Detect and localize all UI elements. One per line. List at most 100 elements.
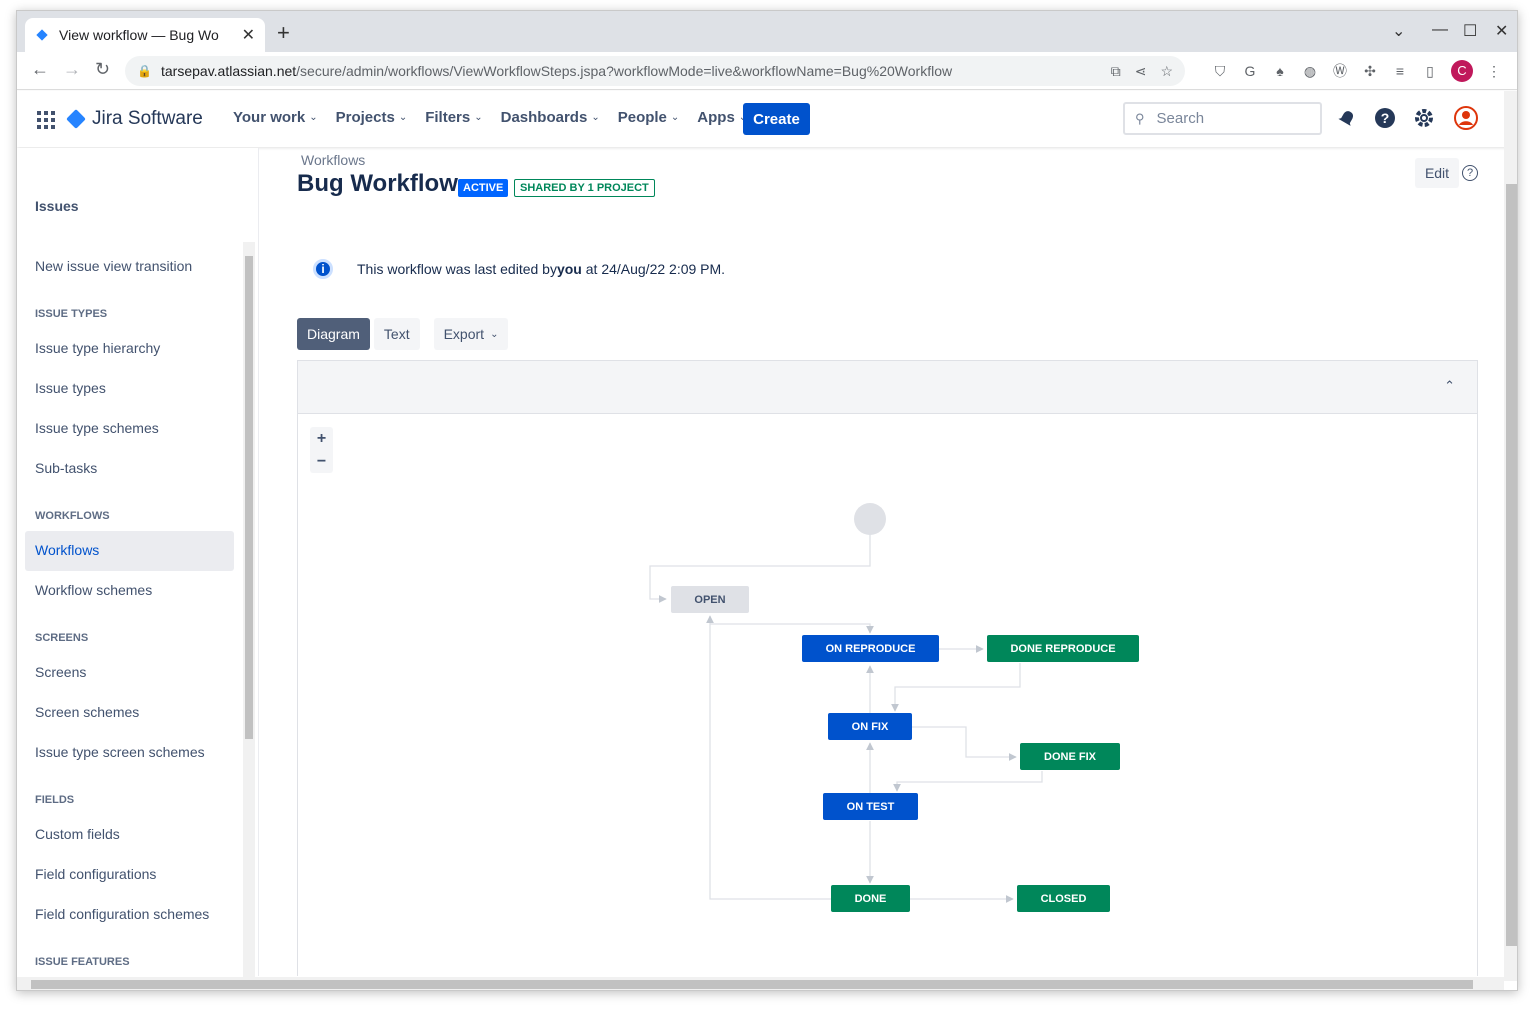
sidebar-category-workflows: WORKFLOWS [35, 510, 110, 522]
notifications-icon[interactable] [1335, 106, 1359, 130]
lock-icon: 🔒 [137, 64, 152, 78]
menu-kebab-icon[interactable]: ⋮ [1485, 63, 1503, 80]
sidebar-item-issue-type-schemes[interactable]: Issue type schemes [35, 420, 159, 436]
nav-your-work[interactable]: Your work ⌄ [233, 109, 318, 126]
page-title: Bug Workflow [297, 170, 458, 197]
sidebar-category-fields: FIELDS [35, 794, 75, 806]
info-message: i This workflow was last edited by you a… [313, 259, 725, 279]
status-node-on-fix[interactable]: ON FIX [828, 713, 912, 740]
sidebar-item-new-issue-view-transition[interactable]: New issue view transition [35, 258, 192, 274]
sidebar-item-screen-schemes[interactable]: Screen schemes [35, 704, 139, 720]
bookmark-star-icon[interactable]: ☆ [1160, 63, 1173, 80]
chevron-down-icon: ⌄ [398, 112, 408, 123]
sidebar-item-issue-type-screen-schemes[interactable]: Issue type screen schemes [35, 744, 205, 760]
maximize-icon[interactable]: ☐ [1463, 21, 1477, 41]
new-tab-icon[interactable]: + [277, 20, 290, 46]
sidebar-scrollbar-thumb[interactable] [245, 256, 253, 739]
shared-projects-badge[interactable]: SHARED BY 1 PROJECT [514, 179, 655, 197]
info-suffix: at 24/Aug/22 2:09 PM. [581, 261, 726, 277]
puzzle-extension-icon[interactable]: ✣ [1361, 63, 1379, 80]
info-icon: i [313, 259, 333, 279]
status-node-on-reproduce[interactable]: ON REPRODUCE [802, 635, 939, 662]
url-host: tarsepav.atlassian.net [161, 63, 297, 79]
status-badge-active: ACTIVE [458, 179, 509, 197]
translate-icon[interactable]: ⧉ [1111, 63, 1121, 80]
sidebar-category-issue-features: ISSUE FEATURES [35, 956, 130, 968]
sidebar-item-workflows[interactable]: Workflows [35, 542, 99, 558]
horizontal-scrollbar-thumb[interactable] [31, 980, 1473, 989]
breadcrumb[interactable]: Workflows [301, 152, 365, 168]
search-placeholder: Search [1156, 110, 1205, 127]
user-avatar-icon[interactable] [1454, 106, 1478, 130]
forward-icon[interactable]: → [63, 59, 81, 80]
edit-button[interactable]: Edit [1415, 158, 1459, 188]
search-input[interactable]: ⚲ Search [1123, 102, 1322, 135]
status-node-on-test[interactable]: ON TEST [823, 793, 918, 820]
extensions-bar: ⛉ G ♠ ◍ Ⓦ ✣ ≡ ▯ C ⋮ [1211, 60, 1503, 82]
create-button[interactable]: Create [743, 103, 810, 135]
nav-projects[interactable]: Projects ⌄ [336, 109, 408, 126]
lock-extension-icon[interactable]: ◍ [1301, 63, 1319, 80]
close-tab-icon[interactable]: ✕ [242, 25, 255, 45]
svg-text:?: ? [1381, 110, 1390, 126]
product-name: Jira Software [92, 108, 203, 129]
side-panel-icon[interactable]: ▯ [1421, 63, 1439, 80]
sidebar-item-issue-type-hierarchy[interactable]: Issue type hierarchy [35, 340, 160, 356]
workflow-diagram: ⌃ + − OPEN ON REPRODUCE DONE REPRODUCE O… [297, 360, 1478, 976]
jira-favicon-icon [36, 29, 48, 41]
sidebar-item-workflow-schemes[interactable]: Workflow schemes [35, 582, 152, 598]
sidebar-item-sub-tasks[interactable]: Sub-tasks [35, 460, 97, 476]
shield-extension-icon[interactable]: ⛉ [1211, 63, 1229, 80]
jira-logo[interactable]: Jira Software [66, 108, 203, 130]
sidebar-item-custom-fields[interactable]: Custom fields [35, 826, 120, 842]
nav-dashboards[interactable]: Dashboards ⌄ [501, 109, 600, 126]
share-icon[interactable]: ⋖ [1135, 63, 1147, 80]
nav-people[interactable]: People ⌄ [618, 109, 680, 126]
sidebar-item-field-configurations[interactable]: Field configurations [35, 866, 156, 882]
app-switcher-icon[interactable] [37, 111, 55, 129]
address-bar[interactable]: 🔒 tarsepav.atlassian.net/secure/admin/wo… [125, 56, 1185, 86]
status-node-open[interactable]: OPEN [671, 586, 749, 613]
wordpress-extension-icon[interactable]: Ⓦ [1331, 61, 1349, 81]
status-node-done[interactable]: DONE [831, 885, 910, 912]
reading-list-icon[interactable]: ≡ [1391, 63, 1409, 79]
settings-gear-icon[interactable] [1412, 106, 1436, 130]
question-icon[interactable]: ? [1462, 165, 1478, 181]
chevron-down-icon: ⌄ [490, 328, 499, 340]
info-user: you [556, 261, 582, 277]
tab-search-icon[interactable]: ⌄ [1392, 21, 1405, 41]
browser-window: View workflow — Bug Wo ✕ + ⌄ — ☐ ✕ ← → ↻… [16, 10, 1518, 991]
nav-apps[interactable]: Apps⌄ [697, 109, 747, 126]
tab-title: View workflow — Bug Wo [59, 27, 219, 43]
tab-diagram[interactable]: Diagram [297, 318, 370, 350]
nav-filters[interactable]: Filters ⌄ [425, 109, 482, 126]
sidebar-section-title: Issues [35, 198, 79, 214]
close-window-icon[interactable]: ✕ [1495, 21, 1508, 41]
search-icon: ⚲ [1135, 110, 1145, 126]
status-node-closed[interactable]: CLOSED [1017, 885, 1110, 912]
status-node-done-reproduce[interactable]: DONE REPRODUCE [987, 635, 1139, 662]
chevron-down-icon: ⌄ [591, 112, 600, 123]
back-icon[interactable]: ← [31, 59, 49, 80]
reload-icon[interactable]: ↻ [95, 59, 110, 80]
minimize-icon[interactable]: — [1432, 21, 1448, 39]
url-path: /secure/admin/workflows/ViewWorkflowStep… [296, 63, 953, 79]
jira-diamond-icon [66, 109, 86, 129]
hat-extension-icon[interactable]: ♠ [1271, 63, 1289, 79]
translate-extension-icon[interactable]: G [1241, 63, 1259, 79]
profile-avatar[interactable]: C [1451, 60, 1473, 82]
main-nav: Your work ⌄ Projects ⌄ Filters ⌄ Dashboards… [233, 109, 747, 126]
sidebar-item-field-configuration-schemes[interactable]: Field configuration schemes [35, 906, 209, 922]
main-scrollbar-thumb[interactable] [1506, 184, 1517, 946]
status-node-done-fix[interactable]: DONE FIX [1020, 743, 1120, 770]
sidebar-category-screens: SCREENS [35, 632, 89, 644]
sidebar-item-issue-types[interactable]: Issue types [35, 380, 106, 396]
export-dropdown[interactable]: Export ⌄ [433, 318, 509, 350]
help-icon[interactable]: ? [1373, 106, 1397, 130]
browser-tab[interactable]: View workflow — Bug Wo ✕ [25, 18, 265, 52]
tab-text[interactable]: Text [373, 318, 420, 350]
chevron-down-icon: ⌄ [474, 112, 483, 123]
sidebar-category-issue-types: ISSUE TYPES [35, 308, 108, 320]
start-node [854, 503, 886, 535]
sidebar-item-screens[interactable]: Screens [35, 664, 86, 680]
